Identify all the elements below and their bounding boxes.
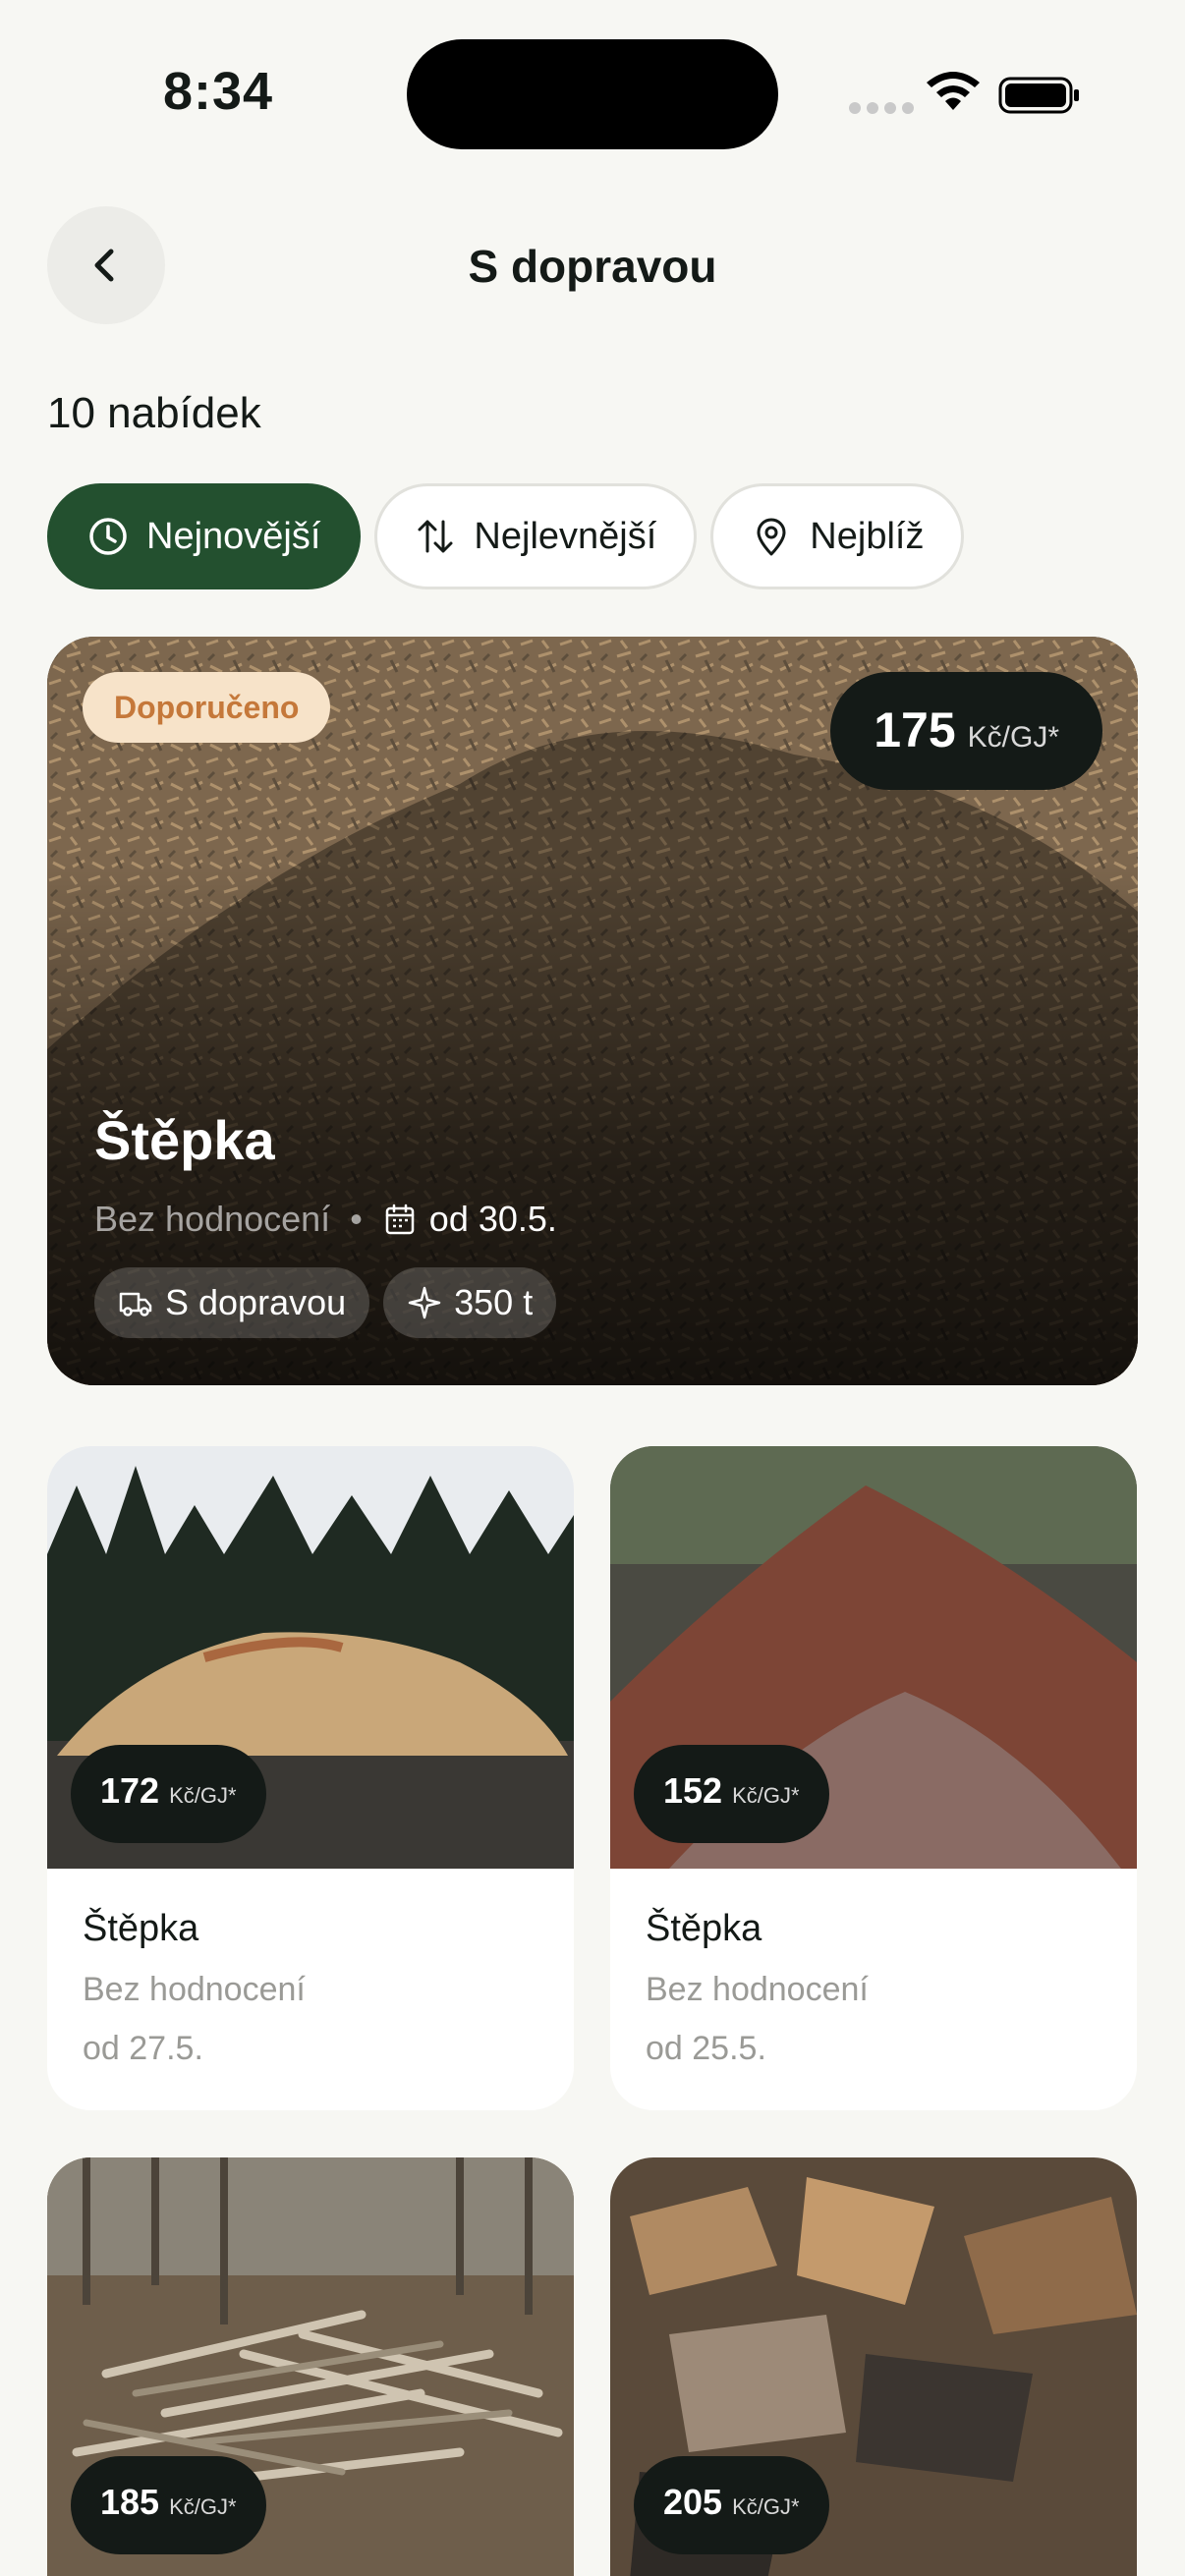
chip-newest[interactable]: Nejnovější — [47, 483, 362, 589]
results-count: 10 nabídek — [47, 389, 261, 437]
listing-card[interactable]: 152 Kč/GJ* Štěpka Bez hodnocení od 25.5. — [610, 1446, 1137, 2110]
listing-rating: Bez hodnocení — [83, 1971, 306, 2008]
listing-title: Štěpka — [83, 1908, 199, 1949]
featured-date: od 30.5. — [428, 1199, 557, 1239]
listing-price-unit: Kč/GJ* — [732, 2494, 800, 2519]
featured-rating: Bez hodnocení — [94, 1199, 331, 1239]
chip-cheapest[interactable]: Nejlevnější — [374, 483, 698, 589]
featured-price-badge: 175 Kč/GJ* — [830, 672, 1102, 790]
tag-quantity-label: 350 t — [454, 1282, 534, 1322]
listing-card[interactable]: 205 Kč/GJ* — [610, 2157, 1137, 2576]
sort-arrows-icon — [418, 520, 453, 553]
featured-listing-card[interactable]: Doporučeno 175 Kč/GJ* Štěpka Bez hodnoce… — [47, 637, 1138, 1385]
featured-price: 175 — [874, 702, 956, 757]
wifi-icon — [927, 72, 980, 110]
calendar-icon — [385, 1204, 415, 1235]
listing-title: Štěpka — [646, 1908, 762, 1949]
featured-price-unit: Kč/GJ* — [967, 721, 1059, 754]
recommended-badge: Doporučeno — [83, 672, 331, 743]
chip-newest-label: Nejnovější — [146, 515, 321, 557]
chip-nearest[interactable]: Nejblíž — [710, 483, 965, 589]
listing-rating: Bez hodnocení — [646, 1971, 869, 2008]
listing-price-badge: 172 Kč/GJ* — [71, 1745, 266, 1843]
chip-cheapest-label: Nejlevnější — [474, 515, 657, 557]
listing-price-badge: 185 Kč/GJ* — [71, 2456, 266, 2554]
featured-date-group: od 30.5. — [382, 1199, 557, 1240]
listing-date: od 27.5. — [83, 2030, 203, 2067]
battery-icon — [998, 77, 1079, 114]
listing-price-badge: 152 Kč/GJ* — [634, 1745, 829, 1843]
listing-price-unit: Kč/GJ* — [169, 2494, 237, 2519]
cellular-signal-icon — [849, 102, 914, 114]
listing-price: 185 — [100, 2482, 160, 2522]
clock-icon — [89, 518, 127, 555]
chip-nearest-label: Nejblíž — [810, 515, 925, 557]
listing-date: od 25.5. — [646, 2030, 766, 2067]
listing-price-unit: Kč/GJ* — [732, 1783, 800, 1808]
listing-card[interactable]: 185 Kč/GJ* — [47, 2157, 574, 2576]
featured-title: Štěpka — [94, 1109, 275, 1171]
page-title: S dopravou — [468, 241, 717, 292]
tag-delivery-label: S dopravou — [165, 1282, 347, 1322]
listing-price: 152 — [663, 1770, 723, 1811]
listing-price: 172 — [100, 1770, 160, 1811]
listing-price-badge: 205 Kč/GJ* — [634, 2456, 829, 2554]
dynamic-island — [407, 39, 778, 149]
status-time: 8:34 — [163, 62, 274, 121]
listing-price-unit: Kč/GJ* — [169, 1783, 237, 1808]
sort-chips: Nejnovější Nejlevnější Nejblíž — [47, 483, 965, 589]
featured-tags: S dopravou 350 t — [94, 1267, 557, 1338]
tag-quantity: 350 t — [383, 1267, 557, 1338]
tag-delivery: S dopravou — [94, 1267, 370, 1338]
meta-separator: • — [350, 1199, 363, 1239]
featured-meta: Bez hodnocení • od 30.5. — [94, 1199, 557, 1240]
listing-price: 205 — [663, 2482, 723, 2522]
location-pin-icon — [757, 518, 786, 556]
truck-icon — [119, 1292, 152, 1316]
listing-card[interactable]: 172 Kč/GJ* Štěpka Bez hodnocení od 27.5. — [47, 1446, 574, 2110]
sparkle-icon — [408, 1286, 441, 1319]
